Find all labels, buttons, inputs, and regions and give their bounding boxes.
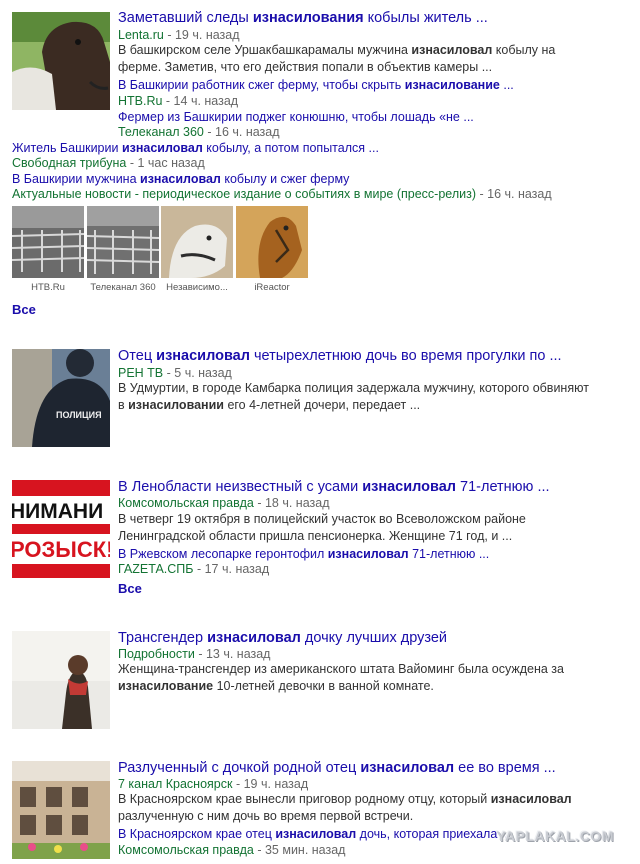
result-2-snippet: В Удмуртии, в городе Камбарка полиция за… — [118, 381, 589, 412]
fence-photo-icon — [87, 206, 159, 278]
related-source-2: Телеканал 360 - 16 ч. назад — [118, 125, 280, 139]
result-4-title[interactable]: Трансгендер изнасиловал дочку лучших дру… — [118, 629, 447, 647]
result-3-snippet: В четверг 19 октября в полицейский участ… — [118, 512, 526, 543]
related-link-3[interactable]: Житель Башкирии изнасиловал кобылу, а по… — [12, 140, 379, 156]
result-2-title[interactable]: Отец изнасиловал четырехлетнюю дочь во в… — [118, 347, 562, 365]
result-5-source: 7 канал Красноярск - 19 ч. назад — [118, 777, 309, 791]
white-horse-photo-icon — [161, 206, 233, 278]
gallery-caption-4: iReactor — [254, 282, 290, 293]
result-3-title[interactable]: В Ленобласти неизвестный с усами изнасил… — [118, 478, 550, 496]
result-1-source: Lenta.ru - 19 ч. назад — [118, 27, 240, 43]
girl-photo-icon — [12, 631, 110, 729]
related-link-2[interactable]: Фермер из Башкирии поджег конюшню, чтобы… — [118, 109, 474, 125]
result-2-thumbnail[interactable]: ПОЛИЦИЯ — [12, 349, 110, 447]
horse-photo-icon — [12, 12, 110, 110]
result-1-thumbnail[interactable] — [12, 12, 110, 110]
gallery-caption-2: Телеканал 360 — [90, 282, 156, 293]
related-source-5: ГАZЕТА.СПБ - 17 ч. назад — [118, 562, 270, 576]
police-badge-text: ПОЛИЦИЯ — [56, 410, 102, 420]
all-results-link-2[interactable]: Все — [118, 581, 142, 596]
gallery-caption-3: Независимо... — [166, 282, 228, 293]
source-name: Lenta.ru — [118, 28, 164, 42]
related-source-4: Актуальные новости - периодическое издан… — [12, 187, 552, 201]
building-photo-icon — [12, 761, 110, 859]
result-3-thumbnail[interactable]: НИМАНИ РОЗЫСК! — [12, 480, 110, 578]
gallery-image-3[interactable] — [161, 206, 233, 278]
result-5-snippet: В Красноярском крае вынесли приговор род… — [118, 792, 572, 823]
watermark: YAPLAKAL.COM — [496, 828, 614, 844]
timestamp: - 19 ч. назад — [163, 28, 240, 42]
result-2-source: РЕН ТВ - 5 ч. назад — [118, 366, 232, 380]
result-4-source: Подробности - 13 ч. назад — [118, 647, 271, 661]
result-5-title[interactable]: Разлученный с дочкой родной отец изнасил… — [118, 759, 556, 777]
related-source-6: Комсомольская правда - 35 мин. назад — [118, 843, 346, 857]
all-results-link[interactable]: Все — [12, 302, 36, 317]
result-5-thumbnail[interactable] — [12, 761, 110, 859]
wanted-poster-icon: НИМАНИ РОЗЫСК! — [12, 480, 110, 578]
gallery-image-4[interactable] — [236, 206, 308, 278]
result-4-thumbnail[interactable] — [12, 631, 110, 729]
result-1-title[interactable]: Заметавший следы изнасилования кобылы жи… — [118, 9, 488, 27]
result-1-snippet: В башкирском селе Уршакбашкарамалы мужчи… — [118, 43, 556, 74]
related-link-6[interactable]: В Красноярском крае отец изнасиловал доч… — [118, 826, 511, 842]
brown-horse-photo-icon — [236, 206, 308, 278]
result-4-snippet: Женщина-трансгендер из американского шта… — [118, 662, 564, 693]
police-photo-icon: ПОЛИЦИЯ — [12, 349, 110, 447]
related-link-1[interactable]: В Башкирии работник сжег ферму, чтобы ск… — [118, 77, 514, 93]
fence-photo-icon — [12, 206, 84, 278]
related-link-4[interactable]: В Башкирии мужчина изнасиловал кобылу и … — [12, 171, 349, 187]
related-link-5[interactable]: В Ржевском лесопарке геронтофил изнасило… — [118, 546, 489, 562]
related-source-3: Свободная трибуна - 1 час назад — [12, 156, 205, 170]
related-source-1: НТВ.Ru - 14 ч. назад — [118, 94, 239, 108]
result-3-source: Комсомольская правда - 18 ч. назад — [118, 496, 330, 510]
gallery-caption-1: HTB.Ru — [31, 282, 65, 293]
gallery-image-2[interactable] — [87, 206, 159, 278]
wanted-line-1: НИМАНИ — [12, 500, 103, 523]
gallery-image-1[interactable] — [12, 206, 84, 278]
wanted-line-2: РОЗЫСК! — [12, 537, 110, 562]
